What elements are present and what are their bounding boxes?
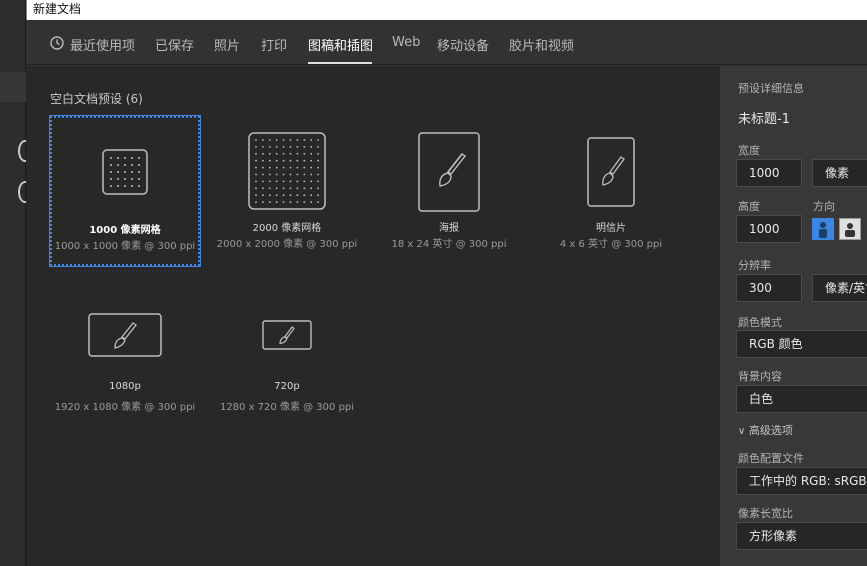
width-label: 宽度 <box>738 144 760 157</box>
orientation-label: 方向 <box>813 200 835 213</box>
preset-spec: 1280 x 720 像素 @ 300 ppi <box>219 402 355 413</box>
preset-name: 2000 像素网格 <box>252 223 322 234</box>
preset-name: 720p <box>274 381 300 392</box>
width-input[interactable]: 1000 <box>736 159 802 187</box>
resolution-input[interactable]: 300 <box>736 274 802 302</box>
clock-icon <box>50 36 64 50</box>
tab-saved[interactable]: 已保存 <box>155 35 194 54</box>
category-tabs: 最近使用项 已保存 照片 打印 图稿和插图 Web 移动设备 胶片和视频 <box>26 20 867 65</box>
tab-web[interactable]: Web <box>392 35 420 50</box>
tab-art-illustration[interactable]: 图稿和插图 <box>308 35 373 54</box>
height-input[interactable]: 1000 <box>736 215 802 243</box>
preset-card-1080p[interactable]: 1080p 1920 x 1080 像素 @ 300 ppi <box>50 282 200 432</box>
preset-name: 1000 像素网格 <box>89 225 161 236</box>
background-block <box>0 72 26 102</box>
tab-print[interactable]: 打印 <box>261 35 287 54</box>
preset-spec: 4 x 6 英寸 @ 300 ppi <box>559 239 663 250</box>
dot-grid-icon <box>248 132 326 210</box>
pixel-aspect-label: 像素长宽比 <box>738 507 793 520</box>
preset-name: 海报 <box>439 223 459 234</box>
preset-card-poster[interactable]: 海报 18 x 24 英寸 @ 300 ppi <box>374 116 524 266</box>
presets-section-title: 空白文档预设 (6) <box>50 92 143 106</box>
height-label: 高度 <box>738 200 760 213</box>
preset-spec: 18 x 24 英寸 @ 300 ppi <box>391 239 507 250</box>
preset-details-panel: 预设详细信息 未标题-1 宽度 1000 像素 高度 1000 方向 分辨率 3… <box>720 66 867 566</box>
preset-card-postcard[interactable]: 明信片 4 x 6 英寸 @ 300 ppi <box>536 116 686 266</box>
preset-spec: 2000 x 2000 像素 @ 300 ppi <box>216 239 358 250</box>
color-profile-select[interactable]: 工作中的 RGB: sRGB IEC61966-2.1 <box>736 467 867 495</box>
tab-mobile[interactable]: 移动设备 <box>437 35 489 54</box>
preset-card-720p[interactable]: 720p 1280 x 720 像素 @ 300 ppi <box>212 282 362 432</box>
brush-landscape-icon <box>262 320 312 350</box>
tab-film-video[interactable]: 胶片和视频 <box>509 35 574 54</box>
active-tab-indicator <box>308 62 372 64</box>
color-mode-select[interactable]: RGB 颜色 <box>736 330 867 358</box>
preset-spec: 1000 x 1000 像素 @ 300 ppi <box>54 241 196 252</box>
tab-recent[interactable]: 最近使用项 <box>70 35 135 54</box>
preset-name: 明信片 <box>596 223 626 234</box>
preset-name: 1080p <box>109 381 141 392</box>
advanced-options-toggle[interactable]: ∨ 高级选项 <box>738 422 793 438</box>
brush-portrait-icon <box>587 137 635 207</box>
document-name[interactable]: 未标题-1 <box>738 108 790 127</box>
width-unit-select[interactable]: 像素 <box>812 159 867 187</box>
details-heading: 预设详细信息 <box>738 82 804 95</box>
resolution-label: 分辨率 <box>738 259 771 272</box>
person-portrait-icon <box>819 222 827 238</box>
resolution-unit-select[interactable]: 像素/英寸 <box>812 274 867 302</box>
portrait-orientation-button[interactable] <box>812 218 834 240</box>
person-landscape-icon <box>845 223 855 237</box>
pixel-aspect-select[interactable]: 方形像素 <box>736 522 867 550</box>
color-mode-label: 颜色模式 <box>738 316 782 329</box>
tab-photo[interactable]: 照片 <box>214 35 240 54</box>
dialog-title: 新建文档 <box>26 0 867 20</box>
dot-grid-icon <box>102 149 148 195</box>
chevron-down-icon: ∨ <box>738 426 746 437</box>
preset-card-1000-grid[interactable]: 1000 像素网格 1000 x 1000 像素 @ 300 ppi <box>49 115 201 267</box>
new-document-dialog: 新建文档 最近使用项 已保存 照片 打印 图稿和插图 Web 移动设备 胶片和视… <box>26 0 867 566</box>
presets-area: 空白文档预设 (6) 1000 像素网格 1000 x 1000 像素 @ 30… <box>26 66 720 566</box>
preset-spec: 1920 x 1080 像素 @ 300 ppi <box>54 402 196 413</box>
landscape-orientation-button[interactable] <box>839 218 861 240</box>
brush-landscape-icon <box>88 313 162 357</box>
background-window-edge <box>0 0 32 566</box>
brush-portrait-icon <box>418 132 480 212</box>
preset-card-2000-grid[interactable]: 2000 像素网格 2000 x 2000 像素 @ 300 ppi <box>212 116 362 266</box>
background-contents-label: 背景内容 <box>738 370 782 383</box>
background-contents-select[interactable]: 白色 <box>736 385 867 413</box>
color-profile-label: 颜色配置文件 <box>738 452 804 465</box>
